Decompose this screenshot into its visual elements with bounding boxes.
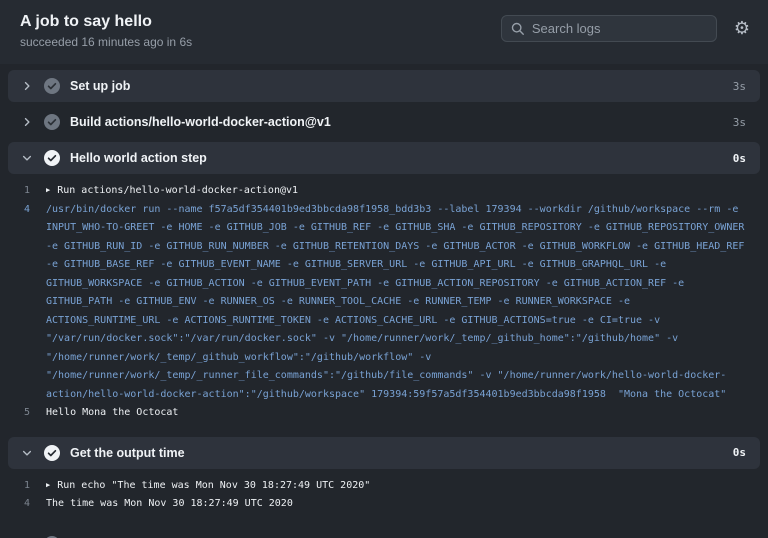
log-line: 4/usr/bin/docker run --name f57a5df35440… — [0, 201, 756, 405]
log-line-number: 4 — [0, 495, 46, 514]
log-line-text: The time was Mon Nov 30 18:27:49 UTC 202… — [46, 495, 756, 514]
step-get-the-output-time: Get the output time0s 1▶Run echo "The tim… — [0, 437, 768, 524]
step-header-build-actions-hello-world-docker-action-v1[interactable]: Build actions/hello-world-docker-action@… — [8, 106, 760, 138]
chevron-down-icon[interactable] — [20, 152, 34, 164]
log-line-text: ▶Run actions/hello-world-docker-action@v… — [46, 182, 756, 201]
settings-gear-button[interactable]: ⚙ — [732, 18, 752, 40]
step-label: Get the output time — [70, 446, 733, 460]
job-status-text: succeeded 16 minutes ago in 6s — [20, 35, 192, 49]
step-header-set-up-job[interactable]: Set up job3s — [8, 70, 760, 102]
log-line-text: Hello Mona the Octocat — [46, 404, 756, 423]
log-viewer: Set up job3sBuild actions/hello-world-do… — [0, 64, 768, 538]
log-line-text: /usr/bin/docker run --name f57a5df354401… — [46, 201, 756, 405]
step-label: Hello world action step — [70, 151, 733, 165]
step-logs-get-the-output-time: 1▶Run echo "The time was Mon Nov 30 18:2… — [0, 469, 768, 524]
header-actions: ⚙ — [501, 15, 752, 42]
step-hello-world-action-step: Hello world action step0s 1▶Run actions/h… — [0, 142, 768, 433]
step-header-complete-job[interactable]: Complete job0s — [8, 528, 760, 538]
check-circle-icon — [44, 78, 60, 94]
step-logs-hello-world-action-step: 1▶Run actions/hello-world-docker-action@… — [0, 174, 768, 433]
expand-triangle-icon[interactable]: ▶ — [46, 186, 50, 194]
step-set-up-job: Set up job3s — [0, 70, 768, 102]
step-duration: 3s — [733, 80, 746, 93]
step-build-actions-hello-world-docker-action-v1: Build actions/hello-world-docker-action@… — [0, 106, 768, 138]
step-label: Set up job — [70, 79, 733, 93]
step-duration: 3s — [733, 116, 746, 129]
log-line-number: 1 — [0, 182, 46, 201]
check-circle-icon — [44, 445, 60, 461]
search-input[interactable] — [532, 21, 707, 36]
step-header-get-the-output-time[interactable]: Get the output time0s — [8, 437, 760, 469]
chevron-right-icon[interactable] — [20, 116, 34, 128]
expand-triangle-icon[interactable]: ▶ — [46, 481, 50, 489]
log-line: 4The time was Mon Nov 30 18:27:49 UTC 20… — [0, 495, 756, 514]
chevron-right-icon[interactable] — [20, 80, 34, 92]
log-line-number: 4 — [0, 201, 46, 220]
check-circle-icon — [44, 150, 60, 166]
step-complete-job: Complete job0s — [0, 528, 768, 538]
search-logs-box[interactable] — [501, 15, 717, 42]
search-icon — [511, 22, 525, 36]
log-line[interactable]: 1▶Run echo "The time was Mon Nov 30 18:2… — [0, 477, 756, 496]
log-line[interactable]: 1▶Run actions/hello-world-docker-action@… — [0, 182, 756, 201]
gear-icon: ⚙ — [734, 18, 750, 39]
check-circle-icon — [44, 114, 60, 130]
job-info: A job to say hello succeeded 16 minutes … — [20, 12, 192, 49]
log-line-number: 1 — [0, 477, 46, 496]
log-line: 5Hello Mona the Octocat — [0, 404, 756, 423]
step-header-hello-world-action-step[interactable]: Hello world action step0s — [8, 142, 760, 174]
job-title: A job to say hello — [20, 12, 192, 32]
log-line-text: ▶Run echo "The time was Mon Nov 30 18:27… — [46, 477, 756, 496]
log-line-number: 5 — [0, 404, 46, 423]
chevron-down-icon[interactable] — [20, 447, 34, 459]
step-duration: 0s — [733, 446, 746, 459]
job-header: A job to say hello succeeded 16 minutes … — [0, 0, 768, 64]
step-label: Build actions/hello-world-docker-action@… — [70, 115, 733, 129]
step-duration: 0s — [733, 152, 746, 165]
